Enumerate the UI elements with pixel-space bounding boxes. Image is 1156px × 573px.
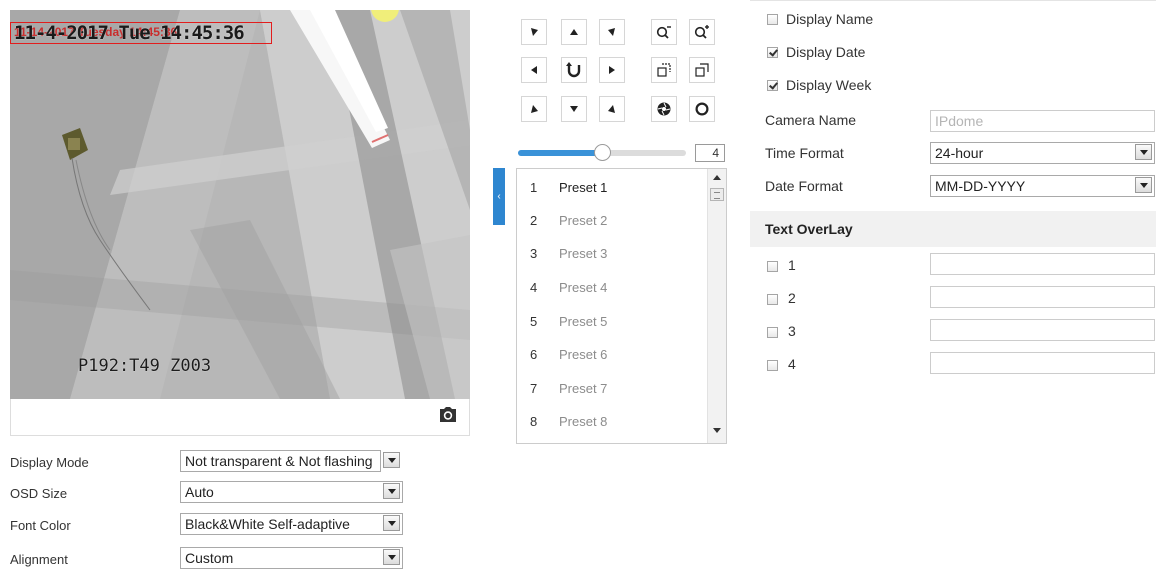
overlay-4-label: 4	[788, 356, 796, 372]
preset-name: Preset 5	[559, 314, 608, 329]
overlay-1-input[interactable]	[930, 253, 1155, 275]
preset-name: Preset 8	[559, 414, 608, 429]
preset-number: 6	[530, 347, 538, 362]
speed-slider-fill	[518, 150, 602, 156]
arrow-up-icon[interactable]	[561, 19, 587, 45]
osd-size-select[interactable]: Auto	[180, 481, 403, 503]
time-format-label: Time Format	[765, 145, 844, 161]
font-color-row: Font Color Black&White Self-adaptive	[10, 513, 480, 539]
scroll-up-icon[interactable]	[713, 175, 721, 180]
preset-scrollbar[interactable]	[707, 169, 726, 443]
chevron-down-icon[interactable]	[383, 452, 400, 468]
arrow-down-left-icon[interactable]	[521, 96, 547, 122]
display-date-label: Display Date	[786, 44, 866, 60]
alignment-label: Alignment	[10, 552, 68, 567]
list-item[interactable]: 8 Preset 8	[517, 403, 707, 435]
preset-number: 7	[530, 381, 538, 396]
overlay-1-label: 1	[788, 257, 796, 273]
osd-camera-text[interactable]: P192:T49 Z003	[78, 356, 211, 376]
chevron-down-icon[interactable]	[383, 515, 400, 531]
preset-number: 1	[530, 180, 538, 195]
zoom-out-icon[interactable]	[651, 19, 677, 45]
video-preview[interactable]: 11-14-2017 Tuesday 14:45:36 11-4-2017 Tu…	[10, 10, 470, 399]
overlay-3-input[interactable]	[930, 319, 1155, 341]
chevron-down-icon[interactable]	[383, 483, 400, 499]
font-color-label: Font Color	[10, 518, 71, 533]
osd-size-label: OSD Size	[10, 486, 68, 501]
list-item[interactable]: 6 Preset 6	[517, 336, 707, 368]
camera-icon[interactable]	[439, 407, 457, 426]
chevron-down-icon[interactable]	[1135, 177, 1152, 193]
overlay-2-label: 2	[788, 290, 796, 306]
display-week-label: Display Week	[786, 77, 872, 93]
overlay-2-input[interactable]	[930, 286, 1155, 308]
auto-pan-icon[interactable]	[561, 57, 587, 83]
preset-number: 3	[530, 246, 538, 261]
arrow-down-icon[interactable]	[561, 96, 587, 122]
date-format-select[interactable]: MM-DD-YYYY	[930, 175, 1155, 197]
camera-name-input[interactable]: IPdome	[930, 110, 1155, 132]
scroll-down-icon[interactable]	[713, 428, 721, 433]
scroll-thumb[interactable]	[710, 188, 724, 201]
preset-list[interactable]: 1 Preset 1 2 Preset 2 3 Preset 3 4 Prese…	[516, 168, 727, 444]
date-format-label: Date Format	[765, 178, 843, 194]
chevron-left-icon: ‹	[497, 191, 501, 202]
preset-name: Preset 7	[559, 381, 608, 396]
preset-name: Preset 3	[559, 246, 608, 261]
time-format-select[interactable]: 24-hour	[930, 142, 1155, 164]
preset-number: 4	[530, 280, 538, 295]
video-scene	[10, 10, 470, 399]
arrow-up-left-icon[interactable]	[521, 19, 547, 45]
overlay-2-checkbox[interactable]	[767, 294, 778, 305]
preset-number: 2	[530, 213, 538, 228]
list-item[interactable]: 7 Preset 7	[517, 370, 707, 402]
arrow-left-icon[interactable]	[521, 57, 547, 83]
osd-date-text: 11-4-2017 Tue 14:45:36	[14, 22, 245, 44]
speed-slider-handle[interactable]	[594, 144, 611, 161]
display-mode-select[interactable]: Not transparent & Not flashing	[180, 450, 381, 472]
list-item[interactable]: 2 Preset 2	[517, 202, 707, 234]
osd-size-row: OSD Size Auto	[10, 481, 480, 507]
focus-far-icon[interactable]	[689, 57, 715, 83]
display-mode-row: Display Mode Not transparent & Not flash…	[10, 450, 480, 476]
overlay-3-checkbox[interactable]	[767, 327, 778, 338]
arrow-down-right-icon[interactable]	[599, 96, 625, 122]
alignment-select[interactable]: Custom	[180, 547, 403, 569]
preset-number: 8	[530, 414, 538, 429]
list-item[interactable]: 5 Preset 5	[517, 303, 707, 335]
overlay-3-label: 3	[788, 323, 796, 339]
alignment-row: Alignment Custom	[10, 547, 480, 573]
zoom-in-icon[interactable]	[689, 19, 715, 45]
display-week-checkbox[interactable]	[767, 80, 778, 91]
display-name-label: Display Name	[786, 11, 874, 27]
focus-near-icon[interactable]	[651, 57, 677, 83]
display-name-checkbox[interactable]	[767, 14, 778, 25]
video-toolbar	[10, 399, 470, 436]
overlay-4-input[interactable]	[930, 352, 1155, 374]
display-date-checkbox[interactable]	[767, 47, 778, 58]
camera-name-label: Camera Name	[765, 112, 857, 128]
display-mode-label: Display Mode	[10, 455, 89, 470]
chevron-down-icon[interactable]	[383, 549, 400, 565]
preset-name: Preset 6	[559, 347, 608, 362]
preset-name: Preset 2	[559, 213, 608, 228]
font-color-select[interactable]: Black&White Self-adaptive	[180, 513, 403, 535]
list-item[interactable]: 4 Preset 4	[517, 269, 707, 301]
overlay-4-checkbox[interactable]	[767, 360, 778, 371]
preset-name: Preset 4	[559, 280, 608, 295]
list-item[interactable]: 3 Preset 3	[517, 235, 707, 267]
overlay-1-checkbox[interactable]	[767, 261, 778, 272]
list-item[interactable]: 1 Preset 1	[517, 169, 707, 201]
speed-value-field[interactable]: 4	[695, 144, 725, 162]
arrow-right-icon[interactable]	[599, 57, 625, 83]
preset-name: Preset 1	[559, 180, 608, 195]
preset-number: 5	[530, 314, 538, 329]
arrow-up-right-icon[interactable]	[599, 19, 625, 45]
divider	[750, 0, 1156, 1]
iris-close-icon[interactable]	[651, 96, 677, 122]
collapse-panel-tab[interactable]: ‹	[493, 168, 505, 225]
chevron-down-icon[interactable]	[1135, 144, 1152, 160]
text-overlay-header: Text OverLay	[750, 211, 1156, 247]
iris-open-icon[interactable]	[689, 96, 715, 122]
